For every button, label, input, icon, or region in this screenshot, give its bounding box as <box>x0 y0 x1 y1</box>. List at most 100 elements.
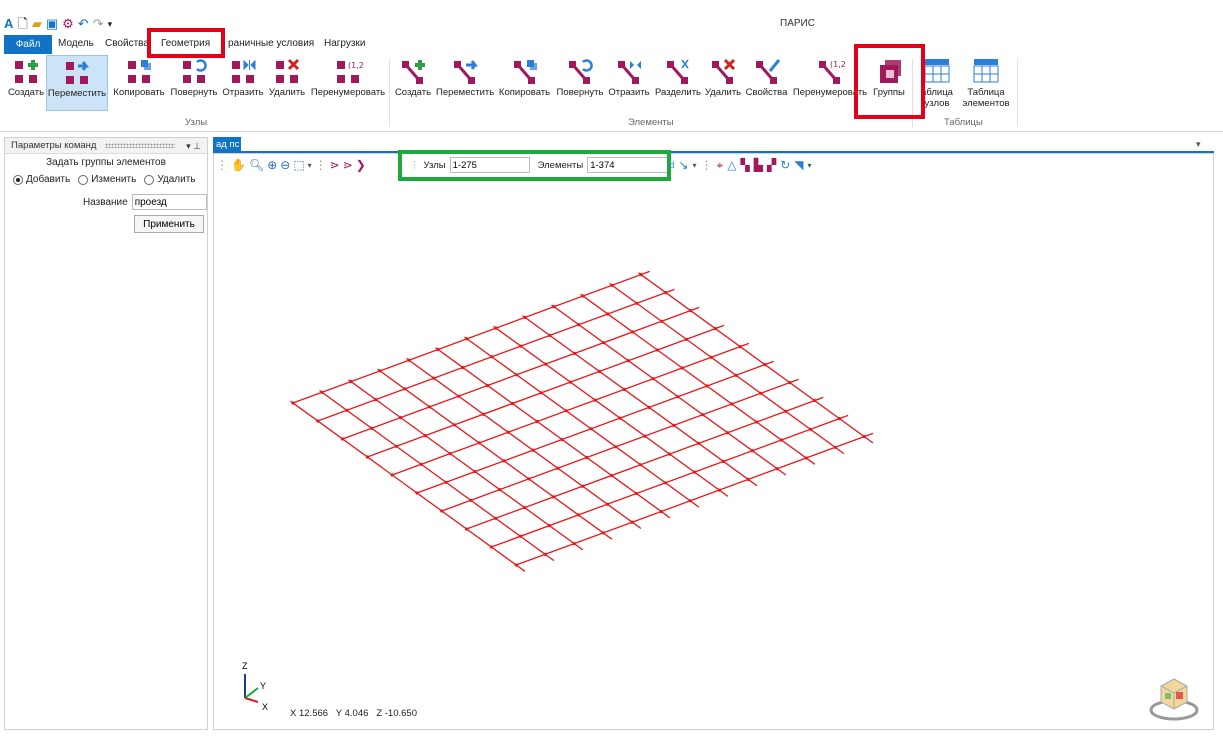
element-properties-button[interactable]: Свойства <box>744 55 789 98</box>
coord-x: 12.566 <box>298 708 329 719</box>
radio-edit[interactable]: Изменить <box>78 174 136 185</box>
zoom-out-icon[interactable]: ⊖ <box>280 158 290 172</box>
svg-text:(1,2): (1,2) <box>348 61 363 70</box>
toolbar-grip-icon: ⋮ <box>314 158 327 172</box>
panel-pin-icon[interactable]: ▾ ⊥ <box>186 138 201 154</box>
group-separator <box>1017 59 1018 127</box>
element-mirror-button[interactable]: Отразить <box>607 55 651 98</box>
node-create-button[interactable]: Создать <box>7 55 45 98</box>
group-name-input[interactable] <box>131 194 207 210</box>
supports-icon[interactable]: ⌖ <box>717 158 724 173</box>
highlight-selection-box <box>398 150 671 181</box>
zoom-icon[interactable]: 🔍︎ <box>249 158 264 172</box>
axis-z-label: Z <box>242 661 248 671</box>
element-table-button[interactable]: Таблица элементов <box>961 55 1011 109</box>
element-rotate-button[interactable]: Повернуть <box>555 55 605 98</box>
node-copy-button[interactable]: Копировать <box>111 55 167 98</box>
node-move-button[interactable]: Переместить <box>46 55 108 111</box>
undo-icon[interactable]: ↶ <box>78 16 89 32</box>
radio-dot-icon <box>144 174 155 185</box>
node-delete-button[interactable]: Удалить <box>267 55 307 98</box>
toolbar-grip-icon: ⋮ <box>700 158 713 172</box>
element-create-button[interactable]: Создать <box>394 55 432 98</box>
node-mirror-icon <box>232 59 256 83</box>
nodes-group-label: Узлы <box>185 117 208 128</box>
element-delete-icon <box>712 58 736 84</box>
settings-icon[interactable]: ⚙ <box>62 16 74 32</box>
command-parameters-panel: Параметры команд ▾ ⊥ Задать группы элеме… <box>4 137 208 730</box>
node-numbers-icon[interactable]: ᵢd <box>668 160 674 170</box>
elements-group-label: Элементы <box>628 117 674 128</box>
tab-list-icon[interactable]: ▾ <box>1196 139 1201 150</box>
panel-title: Параметры команд <box>11 140 97 151</box>
view-toolbar: ⋮ ✋ 🔍︎ ⊕ ⊖ ⬚ ▾ ⋮ ⋗ ⋗ ❯ <box>216 156 366 174</box>
panel-header: Параметры команд ▾ ⊥ <box>5 138 207 154</box>
loads-icon[interactable]: ▙ <box>754 158 763 172</box>
highlight-groups-button <box>854 44 925 119</box>
element-renumber-icon: (1,2) <box>819 60 845 84</box>
select-nodes-icon[interactable]: ⋗ <box>330 158 340 172</box>
quick-access-toolbar: A 🗋 ▰ ▣ ⚙ ↶ ↷ ▾ <box>4 14 112 34</box>
tables-group-label: Таблицы <box>944 117 983 128</box>
element-split-icon <box>667 59 689 84</box>
open-folder-icon[interactable]: ▰ <box>32 16 42 32</box>
zoom-window-icon[interactable]: ⬚ <box>293 158 304 172</box>
app-logo-icon: A <box>4 16 14 31</box>
element-move-icon <box>454 60 478 84</box>
axis-x-label: X <box>262 702 268 712</box>
element-move-button[interactable]: Переместить <box>436 55 494 98</box>
element-split-button[interactable]: Разделить <box>654 55 702 98</box>
app-title: ПАРИС <box>780 18 815 29</box>
element-create-icon <box>402 60 425 84</box>
panel-drag-handle[interactable] <box>105 143 175 148</box>
model-viewport[interactable] <box>213 153 1214 730</box>
dropdown-icon[interactable]: ▾ <box>808 161 812 170</box>
element-copy-button[interactable]: Копировать <box>497 55 552 98</box>
triangle-icon[interactable]: △ <box>727 158 736 172</box>
dropdown-icon[interactable]: ▾ <box>692 161 696 170</box>
tab-boundary-conditions[interactable]: раничные условия <box>228 38 314 49</box>
name-row: Название <box>83 194 207 210</box>
node-renumber-button[interactable]: (1,2) Перенумеровать <box>309 55 387 98</box>
group-separator <box>389 59 390 127</box>
save-icon[interactable]: ▣ <box>46 16 58 32</box>
mesh-icon[interactable]: ▞ <box>767 158 776 172</box>
customize-qat-icon[interactable]: ▾ <box>108 16 113 32</box>
view-cube-icon[interactable] <box>1148 676 1200 722</box>
radio-add[interactable]: Добавить <box>13 174 70 185</box>
node-mirror-button[interactable]: Отразить <box>221 55 265 98</box>
node-copy-icon <box>128 60 151 83</box>
tab-model[interactable]: Модель <box>58 38 94 49</box>
radio-dot-icon <box>78 174 89 185</box>
tab-loads[interactable]: Нагрузки <box>324 38 365 49</box>
radio-delete[interactable]: Удалить <box>144 174 196 185</box>
mode-radio-group: Добавить Изменить Удалить <box>13 174 207 185</box>
new-file-icon[interactable]: 🗋 <box>17 16 27 32</box>
apply-button[interactable]: Применить <box>134 215 204 233</box>
select-all-icon[interactable]: ❯ <box>356 158 366 172</box>
element-delete-button[interactable]: Удалить <box>704 55 742 98</box>
tab-file[interactable]: Файл <box>4 35 52 54</box>
select-elements-icon[interactable]: ⋗ <box>343 158 353 172</box>
node-delete-icon <box>276 58 300 83</box>
pan-hand-icon[interactable]: ✋ <box>231 158 246 172</box>
node-rotate-icon <box>183 59 207 83</box>
element-numbers-icon[interactable]: ↘ <box>678 158 688 172</box>
redo-icon[interactable]: ↷ <box>93 16 104 32</box>
node-rotate-button[interactable]: Повернуть <box>169 55 219 98</box>
axis-y-label: Y <box>260 681 266 691</box>
zoom-in-icon[interactable]: ⊕ <box>267 158 277 172</box>
render-icon[interactable]: ◥ <box>794 158 803 172</box>
dropdown-icon[interactable]: ▾ <box>308 161 312 170</box>
table-icon <box>973 59 999 83</box>
moment-icon[interactable]: ▚ <box>741 158 750 172</box>
ribbon: Создать Переместить Копировать Повернуть… <box>0 55 1223 132</box>
tab-properties[interactable]: Свойства <box>105 38 149 49</box>
command-title: Задать группы элементов <box>46 157 166 168</box>
element-rotate-icon <box>569 59 593 84</box>
element-mirror-icon <box>618 61 641 84</box>
toolbar-grip-icon: ⋮ <box>216 158 228 172</box>
node-create-icon <box>15 60 38 83</box>
rotate-view-icon[interactable]: ↻ <box>780 158 790 172</box>
document-tab[interactable]: ад пс <box>213 137 241 152</box>
